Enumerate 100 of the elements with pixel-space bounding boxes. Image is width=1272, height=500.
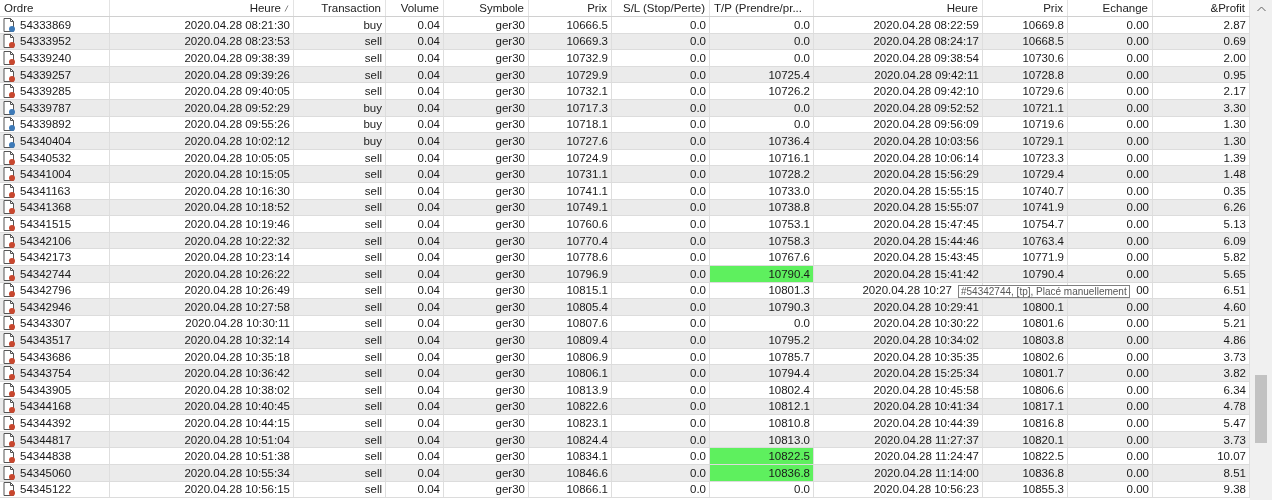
table-cell: sell <box>364 483 382 496</box>
table-cell: 0.0 <box>690 35 706 48</box>
table-cell: 2020.04.28 09:38:39 <box>184 52 290 64</box>
scroll-up-icon[interactable] <box>1256 6 1266 12</box>
order-number: 54342946 <box>20 300 72 313</box>
table-cell: 10824.4 <box>566 433 608 446</box>
table-cell: 2020.04.28 10:55:34 <box>184 466 290 479</box>
table-cell: 0.00 <box>1126 134 1149 147</box>
table-cell: 0.95 <box>1223 68 1246 81</box>
table-cell: 0.0 <box>690 184 706 197</box>
table-cell: 0.04 <box>417 118 440 131</box>
table-cell: 0.04 <box>417 383 440 396</box>
table-cell: 0.00 <box>1126 350 1149 363</box>
table-cell: sell <box>364 383 382 396</box>
column-header[interactable]: Echange <box>1068 0 1153 16</box>
column-header[interactable]: Volume <box>386 0 444 16</box>
table-cell: 2020.04.28 09:42:10 <box>873 85 979 98</box>
table-cell: 0.00 <box>1126 267 1149 280</box>
table-cell: 2020.04.28 10:32:14 <box>184 334 290 347</box>
table-cell: 0.04 <box>417 217 440 230</box>
table-cell: 2020.04.28 11:14:00 <box>874 466 979 479</box>
table-cell: 10770.4 <box>566 234 608 247</box>
table-cell: ger30 <box>495 251 525 264</box>
table-cell: 10802.6 <box>1022 350 1064 363</box>
table-cell: 2020.04.28 10:18:52 <box>184 201 290 214</box>
table-cell: 0.00 <box>1126 433 1149 446</box>
column-header[interactable]: T/P (Prendre/pr... <box>710 0 814 16</box>
table-cell: 10816.8 <box>1022 417 1064 430</box>
table-cell: 10725.4 <box>710 66 814 83</box>
table-cell: 2020.04.28 10:35:18 <box>184 350 290 363</box>
scrollbar[interactable] <box>1250 0 1272 500</box>
table-cell: 9.38 <box>1223 483 1246 496</box>
table-cell: 0.00 <box>1126 68 1149 81</box>
table-cell: sell <box>364 168 382 181</box>
table-cell: ger30 <box>495 450 525 463</box>
table-cell: 10728.8 <box>1022 68 1064 81</box>
table-cell: 1.30 <box>1223 134 1246 147</box>
table-cell: 0.0 <box>690 466 706 479</box>
table-cell: 5.21 <box>1223 317 1246 330</box>
table-cell: 2020.04.28 10:02:12 <box>184 134 290 147</box>
table-cell: 10718.1 <box>566 118 608 131</box>
table-cell: 8.51 <box>1223 466 1246 479</box>
table-cell: 2020.04.28 10:15:05 <box>184 168 290 181</box>
table-cell: 4.60 <box>1223 300 1246 313</box>
column-header[interactable]: S/L (Stop/Perte) <box>612 0 710 16</box>
table-cell: ger30 <box>495 68 525 81</box>
table-cell: 10834.1 <box>566 450 608 463</box>
table-cell: 2020.04.28 10:16:30 <box>184 184 290 197</box>
table-cell: 0.35 <box>1223 184 1246 197</box>
table-cell: 0.00 <box>1126 201 1149 214</box>
table-cell: 0.00 <box>1126 118 1149 131</box>
column-header[interactable]: Heure <box>110 0 294 16</box>
column-header[interactable]: Prix <box>983 0 1068 16</box>
table-cell: 5.82 <box>1223 251 1246 264</box>
table-cell: 0.0 <box>690 334 706 347</box>
column-header[interactable]: Ordre <box>0 0 110 16</box>
table-cell: ger30 <box>495 350 525 363</box>
table-cell: 0.0 <box>690 300 706 313</box>
table-cell: 5.13 <box>1223 217 1246 230</box>
table-cell: 0.0 <box>710 33 814 50</box>
scrollbar-thumb[interactable] <box>1255 375 1267 443</box>
table-cell: 2020.04.28 10:19:46 <box>184 217 290 230</box>
table-cell: 10721.1 <box>1022 101 1064 114</box>
table-cell: sell <box>364 466 382 479</box>
column-header[interactable]: Symbole <box>444 0 529 16</box>
table-cell: ger30 <box>495 168 525 181</box>
table-cell: ger30 <box>495 483 525 496</box>
table-cell: 0.0 <box>690 367 706 380</box>
table-cell: ger30 <box>495 134 525 147</box>
table-cell: 2020.04.28 08:22:59 <box>873 18 979 31</box>
table-cell: 2020.04.28 15:44:46 <box>873 234 979 247</box>
column-header[interactable]: Transaction <box>294 0 386 16</box>
table-cell: 6.26 <box>1223 201 1246 214</box>
table-cell: 10815.1 <box>566 284 608 297</box>
table-cell: 10822.5 <box>710 448 814 465</box>
table-cell: 10669.3 <box>566 35 608 48</box>
table-cell: 0.04 <box>417 68 440 81</box>
table-cell: ger30 <box>495 184 525 197</box>
table-cell: 10726.2 <box>710 83 814 99</box>
table-cell: 2020.04.28 09:38:54 <box>873 52 979 64</box>
table-cell: 10866.1 <box>566 483 608 496</box>
table-cell: 0.00 <box>1126 52 1149 64</box>
table-cell: 0.04 <box>417 300 440 313</box>
table-cell: 10803.8 <box>1022 334 1064 347</box>
table-cell: 0.0 <box>690 134 706 147</box>
column-header[interactable]: Heure <box>814 0 983 16</box>
table-cell: 10801.6 <box>1022 317 1064 330</box>
table-cell: 10790.4 <box>1022 267 1064 280</box>
order-number: 54333869 <box>20 18 72 31</box>
table-cell: 2020.04.28 10:41:34 <box>873 400 979 413</box>
order-number: 54342796 <box>20 284 72 297</box>
column-header[interactable]: Prix <box>529 0 612 16</box>
table-cell: 10813.0 <box>710 431 814 448</box>
table-cell: 10716.1 <box>710 149 814 166</box>
table-cell: 0.0 <box>690 201 706 214</box>
table-cell: sell <box>364 284 382 297</box>
table-cell: 0.04 <box>417 400 440 413</box>
table-cell: 2020.04.28 10:38:02 <box>184 383 290 396</box>
table-cell: 2020.04.28 10:30:22 <box>873 317 979 330</box>
table-cell: 10741.9 <box>1022 201 1064 214</box>
